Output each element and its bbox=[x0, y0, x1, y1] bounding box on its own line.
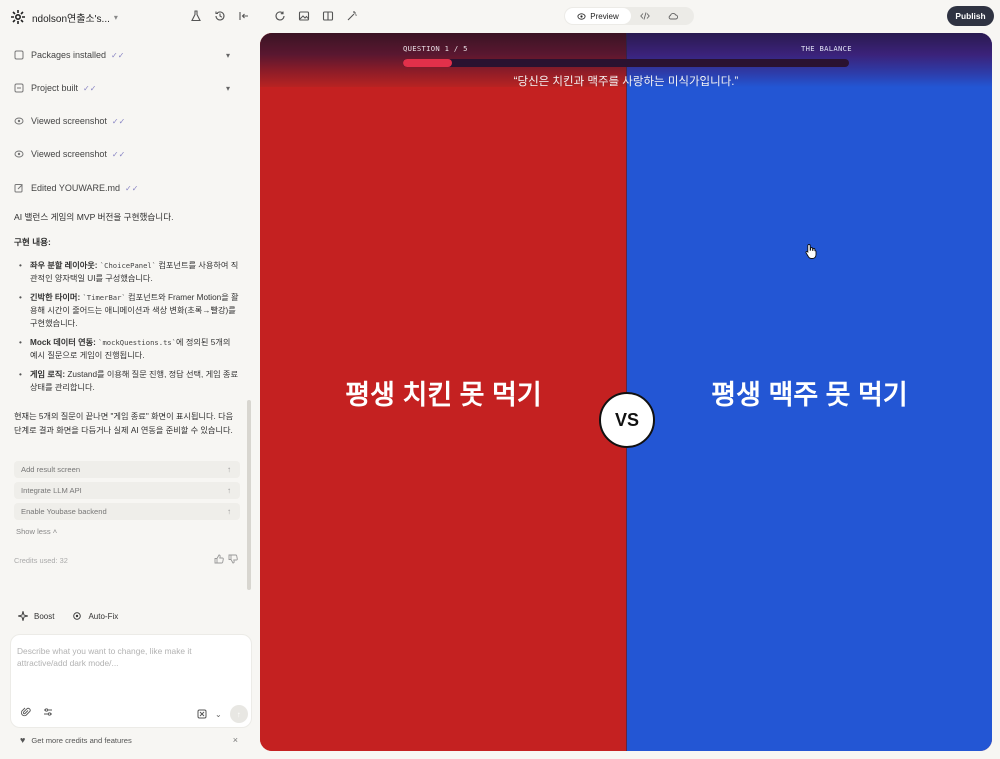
chevron-down-icon[interactable]: ▾ bbox=[226, 51, 230, 60]
game-preview: QUESTION 1 / 5 THE BALANCE “당신은 치킨과 맥주를 … bbox=[260, 33, 992, 751]
layout-icon[interactable] bbox=[322, 10, 334, 22]
logo-icon bbox=[11, 10, 25, 24]
list-item: 긴박한 타이머: `TimerBar` 컴포넌트와 Framer Motion을… bbox=[14, 291, 240, 330]
arrow-up-icon: ↑ bbox=[227, 486, 231, 495]
list-item: Mock 데이터 연동: `mockQuestions.ts`에 정의된 5개의… bbox=[14, 336, 240, 362]
history-icon[interactable] bbox=[214, 10, 226, 22]
pointer-cursor-icon bbox=[805, 244, 817, 259]
eye-icon bbox=[14, 150, 24, 158]
chevron-down-icon[interactable]: ▾ bbox=[226, 84, 230, 93]
chat-history[interactable]: Packages installed ✓✓ ▾ Project built ✓✓… bbox=[0, 38, 248, 598]
image-icon[interactable] bbox=[298, 10, 310, 22]
chevron-up-icon: ˄ bbox=[52, 527, 58, 536]
eye-icon bbox=[14, 117, 24, 125]
thumbs-up-icon[interactable] bbox=[214, 554, 224, 564]
double-check-icon: ✓✓ bbox=[111, 149, 126, 159]
suggestion-chip[interactable]: Enable Youbase backend ↑ bbox=[14, 503, 240, 520]
flask-icon[interactable] bbox=[190, 10, 202, 22]
promo-banner[interactable]: ♥ Get more credits and features × bbox=[20, 734, 242, 746]
workspace-name: ndolson연출소's... bbox=[32, 13, 110, 25]
code-icon bbox=[640, 12, 650, 20]
double-check-icon: ✓✓ bbox=[111, 116, 126, 126]
scrollbar[interactable] bbox=[247, 400, 251, 590]
timer-bar-fill bbox=[403, 59, 453, 67]
activity-label: Viewed screenshot bbox=[31, 116, 107, 126]
attach-icon[interactable] bbox=[21, 707, 31, 717]
magic-wand-icon[interactable] bbox=[346, 10, 358, 22]
collapse-sidebar-icon[interactable] bbox=[238, 10, 250, 22]
sparkle-icon bbox=[18, 611, 28, 621]
activity-label: Edited YOUWARE.md bbox=[31, 183, 121, 193]
double-check-icon: ✓✓ bbox=[111, 50, 125, 60]
vs-badge: VS bbox=[599, 392, 655, 448]
question-counter: QUESTION 1 / 5 bbox=[403, 44, 468, 53]
send-button[interactable]: ↑ bbox=[229, 705, 248, 723]
game-brand: THE BALANCE bbox=[801, 44, 852, 53]
model-selector-icon[interactable] bbox=[197, 709, 207, 719]
sidebar: ndolson연출소's... ▾ Packages installed ✓✓ … bbox=[0, 0, 258, 759]
thumbs-down-icon[interactable] bbox=[228, 554, 238, 564]
activity-packages-installed[interactable]: Packages installed ✓✓ ▾ bbox=[14, 44, 234, 66]
choice-b-label[interactable]: 평생 맥주 못 먹기 bbox=[627, 373, 992, 412]
double-check-icon: ✓✓ bbox=[125, 183, 139, 193]
gear-icon bbox=[73, 612, 82, 620]
suggestion-chip[interactable]: Add result screen ↑ bbox=[14, 461, 240, 478]
build-icon bbox=[14, 83, 24, 93]
activity-project-built[interactable]: Project built ✓✓ ▾ bbox=[14, 77, 234, 99]
list-item: 좌우 분할 레이아웃: `ChoicePanel` 컴포넌트를 사용하여 직관적… bbox=[14, 259, 240, 285]
arrow-up-icon: ↑ bbox=[227, 465, 231, 474]
credits-used: Credits used: 32 bbox=[14, 556, 68, 565]
chevron-down-icon: ▾ bbox=[113, 12, 118, 22]
activity-viewed-screenshot[interactable]: Viewed screenshot ✓✓ bbox=[14, 110, 234, 132]
publish-button[interactable]: Publish bbox=[947, 6, 994, 26]
activity-label: Packages installed bbox=[31, 50, 107, 60]
activity-edited-file[interactable]: Edited YOUWARE.md ✓✓ bbox=[14, 177, 234, 199]
question-text: “당신은 치킨과 맥주를 사랑하는 미식가입니다.” bbox=[513, 76, 739, 88]
settings-sliders-icon[interactable] bbox=[43, 707, 53, 717]
eye-icon bbox=[577, 12, 586, 20]
timer-bar bbox=[403, 59, 849, 67]
chat-composer: Describe what you want to change, like m… bbox=[10, 634, 252, 728]
auto-fix-button[interactable]: Auto-Fix bbox=[72, 611, 118, 621]
cloud-icon bbox=[668, 13, 678, 20]
arrow-up-icon: ↑ bbox=[236, 709, 241, 719]
tab-preview[interactable]: Preview bbox=[565, 8, 631, 24]
tab-cloud[interactable] bbox=[659, 11, 687, 21]
tab-code[interactable] bbox=[631, 11, 659, 21]
top-bar: Preview Publish bbox=[258, 0, 1000, 32]
assistant-message-outro: 현재는 5개의 질문이 끝나면 "게임 종료" 화면이 표시됩니다. 다음 단계… bbox=[14, 412, 234, 435]
list-item: 게임 로직: Zustand를 이용해 질문 진행, 정답 선택, 게임 종료 … bbox=[14, 368, 240, 394]
chevron-down-icon[interactable]: ⌄ bbox=[215, 710, 222, 719]
activity-label: Project built bbox=[31, 83, 79, 93]
boost-button[interactable]: Boost bbox=[18, 611, 54, 621]
package-icon bbox=[14, 50, 24, 60]
assistant-message-intro: AI 밸런스 게임의 MVP 버전을 구현했습니다. bbox=[14, 212, 174, 222]
activity-viewed-screenshot[interactable]: Viewed screenshot ✓✓ bbox=[14, 143, 234, 165]
arrow-up-icon: ↑ bbox=[227, 507, 231, 516]
activity-label: Viewed screenshot bbox=[31, 149, 107, 159]
suggestion-chip[interactable]: Integrate LLM API ↑ bbox=[14, 482, 240, 499]
choice-a-label[interactable]: 평생 치킨 못 먹기 bbox=[260, 373, 627, 412]
assistant-message-heading: 구현 내용: bbox=[14, 237, 51, 247]
refresh-icon[interactable] bbox=[274, 10, 286, 22]
feature-list: 좌우 분할 레이아웃: `ChoicePanel` 컴포넌트를 사용하여 직관적… bbox=[14, 259, 240, 400]
view-switcher: Preview bbox=[564, 7, 694, 25]
show-less-toggle[interactable]: Show less ˄ bbox=[16, 527, 57, 536]
heart-icon: ♥ bbox=[20, 735, 26, 745]
double-check-icon: ✓✓ bbox=[83, 83, 97, 93]
close-icon[interactable]: × bbox=[233, 735, 238, 745]
edit-icon bbox=[14, 184, 23, 193]
prompt-input[interactable]: Describe what you want to change, like m… bbox=[17, 645, 227, 669]
